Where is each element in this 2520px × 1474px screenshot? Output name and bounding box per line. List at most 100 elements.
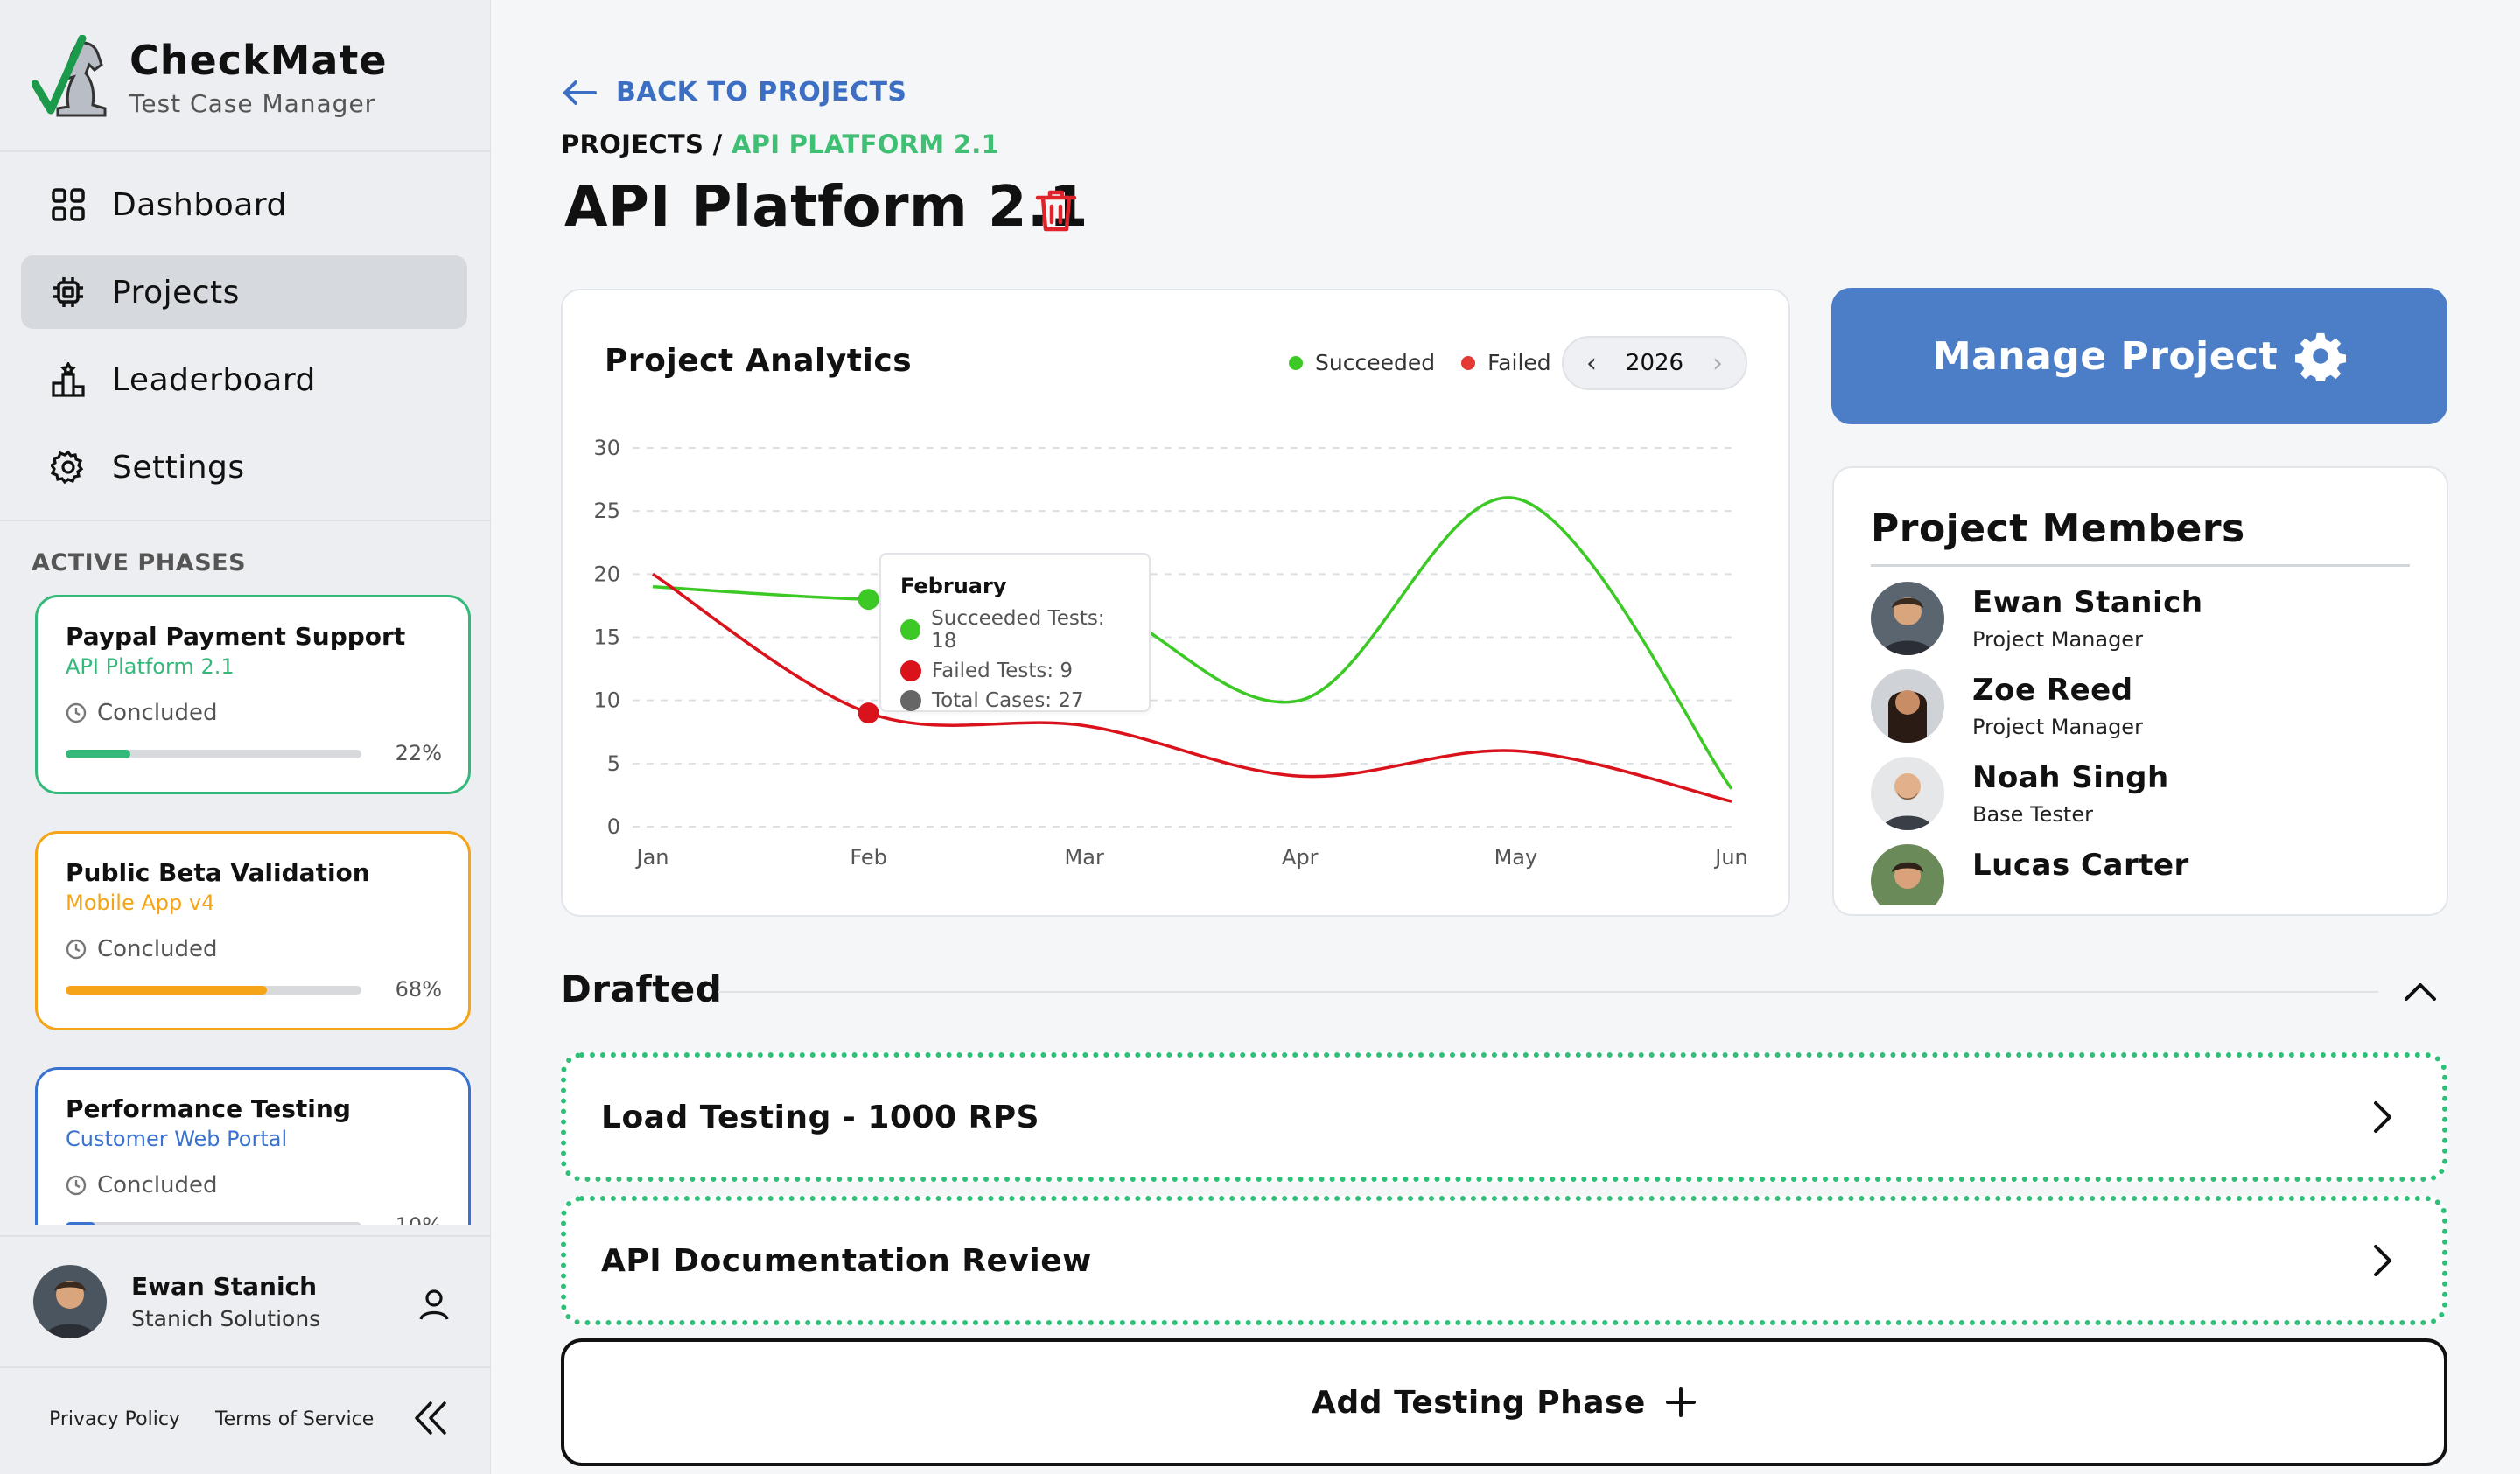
drafted-phase-label: Load Testing - 1000 RPS bbox=[601, 1099, 1040, 1135]
data-point-failed bbox=[858, 702, 879, 724]
next-year-icon[interactable]: › bbox=[1712, 348, 1723, 379]
user-profile[interactable]: Ewan Stanich Stanich Solutions bbox=[0, 1235, 491, 1368]
divider bbox=[718, 991, 2378, 993]
y-tick-label: 5 bbox=[607, 751, 620, 776]
brand-title: CheckMate bbox=[130, 36, 388, 84]
x-tick-label: May bbox=[1494, 845, 1538, 870]
tooltip-dot bbox=[900, 690, 921, 711]
trash-icon[interactable] bbox=[1032, 187, 1080, 234]
breadcrumb-root[interactable]: PROJECTS / bbox=[561, 129, 722, 159]
user-org: Stanich Solutions bbox=[131, 1306, 321, 1331]
phase-status: Concluded bbox=[66, 936, 440, 962]
progress-bar bbox=[66, 986, 361, 995]
phase-project: Customer Web Portal bbox=[66, 1127, 288, 1151]
back-to-projects-link[interactable]: BACK TO PROJECTS bbox=[562, 77, 907, 108]
divider bbox=[0, 150, 491, 152]
member-role: Base Tester bbox=[1972, 802, 2093, 827]
terms-of-service-link[interactable]: Terms of Service bbox=[215, 1408, 374, 1430]
clock-icon bbox=[66, 702, 87, 723]
manage-project-button[interactable]: Manage Project bbox=[1831, 288, 2447, 424]
phase-card[interactable]: Performance Testing Customer Web Portal … bbox=[35, 1067, 471, 1225]
phase-title: Performance Testing bbox=[66, 1094, 351, 1123]
tooltip-row: Succeeded Tests: 18 bbox=[900, 607, 1130, 653]
user-icon[interactable] bbox=[416, 1286, 452, 1323]
podium-icon bbox=[52, 362, 85, 397]
footer-links: Privacy Policy Terms of Service bbox=[49, 1408, 409, 1430]
phase-status: Concluded bbox=[66, 700, 440, 726]
analytics-card: 0 5 10 15 20 25 30 Jan Feb Mar Apr May Jun Project A… bbox=[561, 289, 1790, 917]
back-label: BACK TO PROJECTS bbox=[616, 77, 907, 108]
y-tick-label: 20 bbox=[593, 562, 620, 586]
x-tick-label: Feb bbox=[850, 845, 887, 870]
clock-icon bbox=[66, 1175, 87, 1196]
phase-card[interactable]: Public Beta Validation Mobile App v4 Con… bbox=[35, 831, 471, 1030]
phase-card[interactable]: Paypal Payment Support API Platform 2.1 … bbox=[35, 595, 471, 794]
avatar bbox=[1871, 757, 1944, 830]
drafted-heading: Drafted bbox=[561, 968, 723, 1010]
chevron-right-icon bbox=[2374, 1245, 2391, 1276]
tooltip-row: Total Cases: 27 bbox=[900, 689, 1130, 712]
collapse-sidebar-icon[interactable] bbox=[408, 1396, 452, 1440]
phase-title: Paypal Payment Support bbox=[66, 622, 406, 651]
nav-label: Projects bbox=[112, 274, 240, 311]
phase-title: Public Beta Validation bbox=[66, 858, 370, 887]
main-nav: Dashboard Projects Leaderboard Settings bbox=[21, 168, 467, 518]
tooltip-title: February bbox=[900, 574, 1007, 598]
nav-label: Dashboard bbox=[112, 186, 287, 223]
year-selector: ‹ 2026 › bbox=[1562, 336, 1747, 390]
privacy-policy-link[interactable]: Privacy Policy bbox=[49, 1408, 180, 1430]
chart-legend: Succeeded Failed bbox=[1289, 350, 1578, 375]
y-tick-label: 25 bbox=[593, 499, 620, 523]
phase-status-label: Concluded bbox=[97, 1172, 218, 1198]
member-item[interactable]: Zoe Reed Project Manager bbox=[1871, 669, 2413, 757]
member-item[interactable]: Ewan Stanich Project Manager bbox=[1871, 582, 2413, 669]
data-point-succeeded bbox=[858, 589, 879, 611]
add-testing-phase-button[interactable]: Add Testing Phase bbox=[561, 1338, 2447, 1466]
tooltip-succeeded: Succeeded Tests: 18 bbox=[931, 607, 1105, 653]
progress-fill bbox=[66, 986, 267, 995]
nav-item-leaderboard[interactable]: Leaderboard bbox=[21, 343, 467, 416]
member-item[interactable]: Noah Singh Base Tester bbox=[1871, 757, 2413, 844]
nav-item-dashboard[interactable]: Dashboard bbox=[21, 168, 467, 241]
tooltip-total: Total Cases: 27 bbox=[932, 689, 1084, 712]
y-tick-label: 30 bbox=[593, 436, 620, 460]
x-tick-label: Mar bbox=[1065, 845, 1104, 870]
page-title: API Platform 2.1 bbox=[564, 175, 1088, 240]
prev-year-icon[interactable]: ‹ bbox=[1586, 348, 1597, 379]
gear-icon bbox=[2295, 332, 2347, 381]
phase-status: Concluded bbox=[66, 1172, 440, 1198]
add-testing-phase-label: Add Testing Phase bbox=[1312, 1384, 1646, 1421]
year-value: 2026 bbox=[1625, 350, 1684, 376]
user-name: Ewan Stanich bbox=[131, 1272, 318, 1301]
progress-fill bbox=[66, 1222, 95, 1225]
members-list[interactable]: Ewan Stanich Project Manager Zoe Reed Proj… bbox=[1871, 582, 2413, 905]
plus-icon bbox=[1665, 1387, 1696, 1417]
chevron-right-icon bbox=[2374, 1101, 2391, 1133]
member-name: Ewan Stanich bbox=[1972, 585, 2203, 620]
brand[interactable]: CheckMate Test Case Manager bbox=[32, 31, 388, 122]
member-item[interactable]: Lucas Carter bbox=[1871, 844, 2413, 905]
series-line-failed bbox=[652, 572, 1732, 803]
x-tick-label: Jun bbox=[1713, 845, 1748, 870]
x-tick-label: Apr bbox=[1282, 845, 1319, 870]
member-name: Zoe Reed bbox=[1972, 673, 2133, 708]
active-phases-list[interactable]: Paypal Payment Support API Platform 2.1 … bbox=[35, 595, 471, 1225]
y-tick-label: 15 bbox=[593, 625, 620, 650]
member-role: Project Manager bbox=[1972, 715, 2143, 739]
nav-item-settings[interactable]: Settings bbox=[21, 430, 467, 504]
tooltip-dot bbox=[900, 619, 921, 640]
progress-percent: 10% bbox=[396, 1213, 442, 1225]
project-members-card: Project Members Ewan Stanich Project Mana… bbox=[1832, 466, 2448, 916]
progress-percent: 68% bbox=[395, 977, 442, 1002]
breadcrumb-current: API PLATFORM 2.1 bbox=[731, 129, 1000, 159]
tooltip-row: Failed Tests: 9 bbox=[900, 660, 1130, 682]
tooltip-failed: Failed Tests: 9 bbox=[932, 660, 1074, 682]
chevron-up-icon[interactable] bbox=[2401, 975, 2440, 1009]
nav-item-projects[interactable]: Projects bbox=[21, 255, 467, 329]
drafted-phase-item[interactable]: Load Testing - 1000 RPS bbox=[561, 1052, 2447, 1182]
gear-icon bbox=[51, 450, 84, 485]
y-tick-label: 0 bbox=[607, 814, 620, 839]
drafted-phase-item[interactable]: API Documentation Review bbox=[561, 1196, 2447, 1325]
arrow-left-icon bbox=[564, 80, 597, 105]
progress-bar bbox=[66, 750, 361, 758]
